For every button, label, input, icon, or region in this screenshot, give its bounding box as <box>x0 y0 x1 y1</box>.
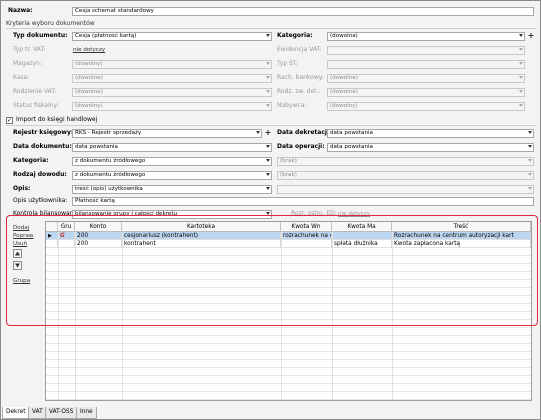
vat-type-label: Typ tr. VAT: <box>13 46 46 53</box>
chevron-down-icon <box>519 90 523 93</box>
doc-date-combo[interactable]: data powstania <box>72 143 272 152</box>
chevron-down-icon <box>256 131 260 134</box>
import-category-label: Kategoria: <box>13 157 49 164</box>
grid-empty-row <box>46 360 531 368</box>
grid-empty-row <box>46 328 531 336</box>
chevron-down-icon <box>266 187 270 190</box>
doc-date-label: Data dokumentu: <box>13 143 72 150</box>
chevron-down-icon <box>266 34 270 37</box>
bank-account-combo[interactable]: (dowolne) <box>327 74 525 83</box>
chevron-down-icon <box>519 104 523 107</box>
bank-account-label: Rach. bankowy: <box>277 74 324 81</box>
tab-inne[interactable]: Inne <box>76 407 97 419</box>
chevron-down-icon <box>266 62 270 65</box>
chevron-down-icon <box>528 145 532 148</box>
user-desc-label: Opis użytkownika: <box>13 197 68 204</box>
criteria-divider <box>6 28 536 29</box>
fiscal-status-combo[interactable]: (dowolny) <box>72 102 272 111</box>
window-frame: Nazwa: Cesja schemat standardowy Kryteri… <box>0 0 541 420</box>
return-kind-label: Rodz. zw. det.: <box>277 88 321 95</box>
fiscal-status-label: Status fiskalny: <box>13 102 59 109</box>
asset-type-label: Typ ŚT: <box>277 60 298 67</box>
vat-kind-label: Rodzienie VAT: <box>13 88 57 95</box>
ledger-register-label: Rejestr księgowy: <box>13 129 74 136</box>
chevron-down-icon <box>528 159 532 162</box>
chevron-down-icon <box>519 62 523 65</box>
chevron-down-icon <box>266 104 270 107</box>
vat-type-link[interactable]: nie dotyczy <box>73 46 105 54</box>
add-register-plus-icon[interactable]: + <box>264 129 272 138</box>
asset-type-combo[interactable] <box>327 60 525 69</box>
grid-empty-row <box>46 344 531 352</box>
proof-kind-label: Rodzaj dowodu: <box>13 171 67 178</box>
grid-empty-row <box>46 384 531 392</box>
proof-detail-combo[interactable]: (brak) <box>277 171 534 180</box>
import-checkbox[interactable]: ✓ <box>6 117 13 124</box>
criteria-section-title: Kryteria wyboru dokumentów <box>6 20 95 27</box>
buyer-combo[interactable]: (dowolny) <box>327 102 525 111</box>
chevron-down-icon <box>266 145 270 148</box>
chevron-down-icon <box>266 90 270 93</box>
grid-empty-row <box>46 392 531 400</box>
operation-date-label: Data operacji: <box>277 143 325 150</box>
import-category-combo[interactable]: z dokumentu źródłowego <box>72 157 272 166</box>
name-label: Nazwa: <box>8 7 33 14</box>
chevron-down-icon <box>266 76 270 79</box>
tab-vat[interactable]: VAT <box>28 407 47 419</box>
ledger-register-combo[interactable]: RKS - Rejestr sprzedaży <box>72 129 262 138</box>
chevron-down-icon <box>519 34 523 37</box>
desc-label: Opis: <box>13 185 31 192</box>
operation-date-combo[interactable]: data powstania <box>327 143 534 152</box>
decree-date-combo[interactable]: data powstania <box>327 129 534 138</box>
grid-empty-row <box>46 376 531 384</box>
chevron-down-icon <box>519 48 523 51</box>
chevron-down-icon <box>528 131 532 134</box>
category-combo[interactable]: (dowolna) <box>327 32 525 41</box>
proof-kind-combo[interactable]: z dokumentu źródłowego <box>72 171 272 180</box>
chevron-down-icon <box>528 173 532 176</box>
grid-highlight-frame <box>6 215 538 326</box>
grid-empty-row <box>46 368 531 376</box>
tab-vat-oss[interactable]: VAT-OSS <box>45 407 78 419</box>
cash-label: Kasa: <box>13 74 30 81</box>
desc-detail-combo[interactable] <box>277 185 534 194</box>
chevron-down-icon <box>519 76 523 79</box>
buyer-label: Nabywca: <box>277 102 307 109</box>
import-divider <box>6 125 536 126</box>
desc-combo[interactable]: treść (opis) użytkownika <box>72 185 272 194</box>
warehouse-combo[interactable]: (dowolny) <box>72 60 272 69</box>
chevron-down-icon <box>266 173 270 176</box>
doc-type-combo[interactable]: Cesja (płatność kartą) <box>72 32 272 41</box>
chevron-down-icon <box>528 187 532 190</box>
warehouse-label: Magazyn: <box>13 60 42 67</box>
decree-date-label: Data dekretacji: <box>277 129 332 136</box>
cash-combo[interactable]: (dowolne) <box>72 74 272 83</box>
doc-type-label: Typ dokumentu: <box>13 32 68 39</box>
vat-kind-combo[interactable]: (dowolne) <box>72 88 272 97</box>
add-category-plus-icon[interactable]: + <box>527 32 535 41</box>
return-kind-combo[interactable]: (dowolne) <box>327 88 525 97</box>
grid-empty-row <box>46 352 531 360</box>
category-label: Kategoria: <box>277 32 313 39</box>
vat-register-combo[interactable] <box>327 46 525 55</box>
grid-empty-row <box>46 336 531 344</box>
vat-register-label: Ewidencja VAT: <box>277 46 322 53</box>
category-detail-combo[interactable]: (brak) <box>277 157 534 166</box>
name-input[interactable]: Cesja schemat standardowy <box>72 7 534 16</box>
user-desc-input[interactable]: Płatność kartą <box>72 197 534 206</box>
tab-dekret[interactable]: Dekret <box>2 407 30 419</box>
chevron-down-icon <box>266 159 270 162</box>
import-checkbox-label: Import do księgi handlowej <box>16 116 98 123</box>
